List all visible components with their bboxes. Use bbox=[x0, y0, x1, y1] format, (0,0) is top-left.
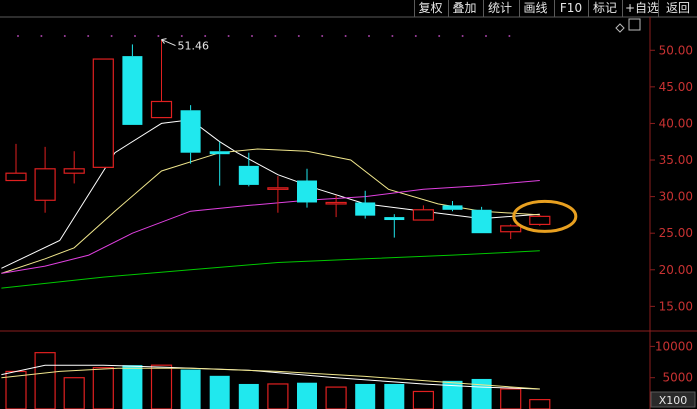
volume-bar bbox=[92, 367, 114, 409]
grid-dot bbox=[508, 35, 511, 37]
volume-bar bbox=[209, 375, 230, 409]
grid-dot bbox=[17, 35, 19, 37]
candle-body bbox=[325, 201, 347, 205]
candle-body bbox=[180, 110, 201, 153]
candle[interactable] bbox=[5, 143, 27, 182]
volume-bar bbox=[122, 365, 143, 409]
grid-dot bbox=[63, 35, 66, 37]
candle-body bbox=[500, 225, 522, 233]
grid-dot bbox=[87, 35, 90, 37]
ma20-line bbox=[1, 180, 540, 274]
price-tick-label: 25.00 bbox=[659, 226, 693, 240]
high-pointer-arrow bbox=[161, 38, 167, 41]
volume-bar bbox=[412, 390, 434, 409]
volume-bar bbox=[471, 378, 492, 409]
grid-dot bbox=[274, 35, 277, 37]
grid-dot bbox=[251, 35, 253, 37]
candle-body bbox=[209, 151, 230, 155]
candle-body bbox=[471, 209, 492, 234]
volume-multiplier: X100 bbox=[659, 394, 688, 407]
volume-bar bbox=[500, 388, 522, 409]
volume-bar bbox=[297, 382, 317, 409]
grid-dot bbox=[204, 35, 207, 37]
candle[interactable] bbox=[92, 58, 114, 168]
candle[interactable] bbox=[471, 206, 492, 234]
candle[interactable] bbox=[34, 146, 56, 213]
price-tick-label: 20.00 bbox=[659, 263, 693, 277]
candle-body bbox=[355, 202, 376, 216]
candle[interactable] bbox=[412, 205, 434, 221]
candle-body bbox=[122, 56, 143, 125]
volume-bar bbox=[150, 364, 173, 409]
price-tick-label: 50.00 bbox=[659, 43, 693, 57]
grid-dot bbox=[110, 35, 113, 37]
candle[interactable] bbox=[63, 151, 85, 184]
candle[interactable] bbox=[267, 176, 289, 213]
candle[interactable] bbox=[150, 39, 173, 119]
volume-tick-label: 10000 bbox=[655, 339, 693, 353]
candle[interactable] bbox=[442, 201, 463, 212]
grid-dot bbox=[297, 35, 300, 37]
candle-body bbox=[92, 58, 114, 168]
volume-bar bbox=[384, 383, 405, 409]
candle[interactable] bbox=[180, 105, 201, 164]
candle-body bbox=[442, 205, 463, 210]
grid-dot bbox=[157, 35, 160, 37]
candle-body bbox=[384, 217, 405, 221]
price-tick-label: 40.00 bbox=[659, 116, 693, 130]
candle[interactable] bbox=[355, 190, 376, 219]
price-axis: 50.00 45.00 40.00 35.00 30.00 25.00 20.00 15.00… bbox=[650, 43, 696, 408]
grid-dot bbox=[391, 35, 394, 37]
grid-dot bbox=[368, 35, 370, 37]
diamond-icon[interactable] bbox=[615, 23, 625, 33]
candle[interactable] bbox=[297, 168, 317, 208]
price-tick-label: 30.00 bbox=[659, 190, 693, 204]
volume-bar bbox=[325, 386, 347, 409]
ma5-line bbox=[1, 119, 540, 269]
candle[interactable] bbox=[122, 44, 143, 125]
candle[interactable] bbox=[238, 152, 259, 187]
volume-bar bbox=[238, 383, 259, 409]
candle-body bbox=[63, 168, 85, 174]
grid-dot bbox=[40, 35, 43, 37]
volume-tick-label: 5000 bbox=[662, 371, 693, 385]
grid-dot bbox=[414, 35, 417, 37]
grid-dot bbox=[134, 35, 136, 37]
price-tick-label: 35.00 bbox=[659, 153, 693, 167]
grid-dot bbox=[461, 35, 464, 37]
grid-dot bbox=[485, 35, 487, 37]
candle-body bbox=[238, 165, 259, 185]
grid-dot bbox=[321, 35, 324, 37]
candle-body bbox=[267, 187, 289, 190]
maximize-icon[interactable] bbox=[628, 18, 641, 31]
volume-bar bbox=[63, 377, 85, 409]
volume-bar bbox=[34, 352, 56, 409]
annotation-layer: 51.46 bbox=[161, 38, 578, 233]
candle[interactable] bbox=[529, 214, 551, 226]
high-price-label: 51.46 bbox=[178, 40, 210, 53]
candle-body bbox=[297, 180, 317, 203]
grid-dot bbox=[180, 35, 183, 37]
candle[interactable] bbox=[500, 224, 522, 240]
volume-bar bbox=[180, 369, 201, 409]
volume-bar bbox=[355, 383, 376, 409]
candle[interactable] bbox=[209, 141, 230, 186]
volume-layer bbox=[1, 352, 551, 409]
grid-dot bbox=[227, 35, 230, 37]
candle-body bbox=[34, 168, 56, 201]
volume-bar bbox=[529, 399, 551, 409]
candle-body bbox=[529, 215, 551, 226]
price-tick-label: 15.00 bbox=[659, 299, 693, 313]
candle-body bbox=[150, 100, 173, 119]
price-tick-label: 45.00 bbox=[659, 80, 693, 94]
candle-body bbox=[5, 172, 27, 182]
kline-chart[interactable]: 50.00 45.00 40.00 35.00 30.00 25.00 20.00 15.00… bbox=[0, 0, 697, 409]
grid-dot bbox=[438, 35, 441, 37]
grid-dot bbox=[344, 35, 347, 37]
ma-layer bbox=[1, 119, 540, 289]
volume-bar bbox=[267, 383, 289, 409]
candle-body bbox=[412, 209, 434, 221]
candle[interactable] bbox=[384, 214, 405, 238]
